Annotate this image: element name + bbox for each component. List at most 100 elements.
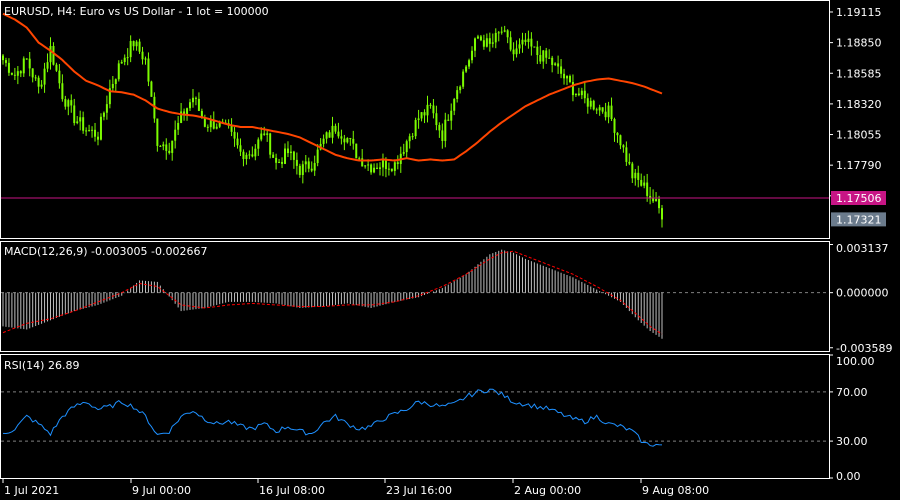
price-tick-label: 1.18585 bbox=[836, 67, 882, 80]
candle-body bbox=[402, 152, 405, 154]
candle-body bbox=[414, 119, 417, 137]
price-axis: 1.19115 1.18850 1.18585 1.18320 1.18055 1.177… bbox=[829, 6, 882, 203]
price-tick-label: 1.19115 bbox=[836, 6, 882, 19]
candle-body bbox=[159, 145, 162, 147]
candle-body bbox=[55, 64, 58, 71]
candle-body bbox=[94, 129, 97, 137]
time-tick-label: 16 Jul 08:00 bbox=[259, 484, 325, 497]
candle-body bbox=[263, 133, 266, 135]
candle-body bbox=[340, 136, 343, 139]
candle-body bbox=[625, 147, 628, 162]
candle-body bbox=[370, 164, 373, 173]
candle-body bbox=[141, 51, 144, 60]
candle-body bbox=[325, 132, 328, 139]
candle-body bbox=[138, 41, 141, 52]
candle-body bbox=[491, 42, 494, 44]
candle-body bbox=[616, 132, 619, 136]
candle-body bbox=[322, 138, 325, 144]
candle-body bbox=[168, 150, 171, 153]
candle-body bbox=[423, 112, 426, 116]
chart-title: EURUSD, H4: Euro vs US Dollar - 1 lot = … bbox=[4, 5, 269, 18]
candle-body bbox=[643, 182, 646, 186]
candle-body bbox=[346, 138, 349, 143]
candle-body bbox=[191, 97, 194, 103]
candle-body bbox=[444, 119, 447, 141]
rsi-tick-label: 0.00 bbox=[836, 470, 861, 483]
candle-body bbox=[610, 105, 613, 120]
price-tick-label: 1.18055 bbox=[836, 129, 882, 142]
candle-body bbox=[70, 100, 73, 106]
candle-body bbox=[132, 41, 135, 47]
candle-body bbox=[447, 119, 450, 121]
rsi-line bbox=[2, 388, 663, 447]
candle-body bbox=[476, 36, 479, 39]
candle-body bbox=[99, 116, 102, 140]
candle-body bbox=[367, 164, 370, 166]
candle-body bbox=[286, 148, 289, 154]
candle-body bbox=[524, 39, 527, 42]
candle-body bbox=[560, 66, 563, 74]
macd-tick-label: 0.003137 bbox=[836, 242, 889, 255]
rsi-axis: 100.00 70.00 30.00 0.00 bbox=[829, 354, 875, 483]
candle-body bbox=[580, 90, 583, 96]
candle-body bbox=[16, 71, 19, 76]
rsi-tick-label: 100.00 bbox=[836, 355, 875, 368]
candle-body bbox=[37, 77, 40, 87]
candle-body bbox=[171, 140, 174, 153]
candle-body bbox=[450, 110, 453, 121]
candle-body bbox=[548, 57, 551, 59]
trading-chart[interactable]: 1.19115 1.18850 1.18585 1.18320 1.18055 1.177… bbox=[0, 0, 900, 500]
candle-body bbox=[331, 125, 334, 138]
candle-body bbox=[646, 182, 649, 196]
candle-body bbox=[31, 68, 34, 78]
candle-body bbox=[248, 154, 251, 156]
candle-body bbox=[494, 32, 497, 43]
candle-body bbox=[67, 100, 70, 107]
candle-body bbox=[254, 148, 257, 157]
candle-body bbox=[91, 129, 94, 131]
rsi-levels bbox=[1, 391, 829, 442]
candle-body bbox=[88, 130, 91, 132]
candle-body bbox=[456, 90, 459, 99]
macd-panel-frame bbox=[0, 241, 830, 352]
candle-body bbox=[177, 122, 180, 130]
candle-body bbox=[465, 66, 468, 72]
candle-body bbox=[521, 39, 524, 45]
candle-body bbox=[429, 104, 432, 106]
candle-body bbox=[117, 63, 120, 80]
candle-body bbox=[358, 158, 361, 160]
candle-body bbox=[364, 165, 367, 167]
candle-body bbox=[411, 136, 414, 138]
candle-body bbox=[96, 136, 99, 140]
candle-body bbox=[266, 133, 269, 135]
candle-body bbox=[105, 104, 108, 113]
candle-body bbox=[622, 145, 625, 148]
candle-body bbox=[126, 57, 129, 59]
candle-body bbox=[260, 133, 263, 140]
candle-body bbox=[114, 79, 117, 84]
candle-body bbox=[58, 70, 61, 84]
candle-body bbox=[583, 90, 586, 99]
candle-body bbox=[298, 165, 301, 175]
candle-body bbox=[236, 138, 239, 146]
macd-tick-label: -0.003589 bbox=[836, 342, 892, 355]
rsi-tick-label: 70.00 bbox=[836, 386, 868, 399]
candle-body bbox=[586, 98, 589, 107]
candle-body bbox=[230, 125, 233, 132]
candle-body bbox=[619, 135, 622, 146]
candle-body bbox=[613, 119, 616, 133]
candle-body bbox=[598, 107, 601, 111]
candle-body bbox=[40, 84, 43, 87]
candle-body bbox=[281, 161, 284, 164]
candle-body bbox=[46, 62, 49, 69]
candle-body bbox=[432, 105, 435, 114]
candle-body bbox=[79, 117, 82, 122]
candle-body bbox=[468, 60, 471, 67]
candle-body bbox=[4, 60, 7, 63]
macd-tick-label: 0.000000 bbox=[836, 287, 889, 300]
candle-body bbox=[381, 159, 384, 168]
candle-body bbox=[269, 133, 272, 155]
rsi-panel-frame bbox=[0, 354, 830, 479]
candle-body bbox=[123, 57, 126, 63]
candle-body bbox=[313, 163, 316, 171]
